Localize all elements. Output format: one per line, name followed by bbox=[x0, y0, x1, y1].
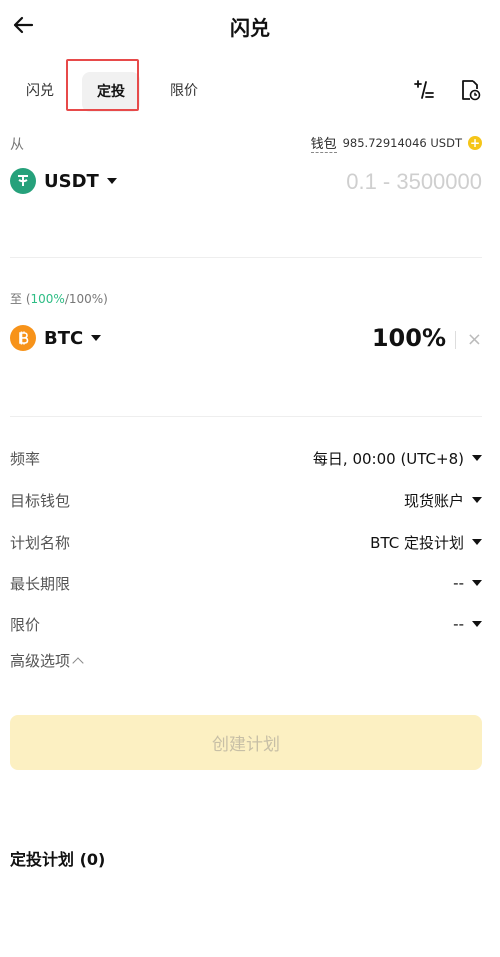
setting-label: 最长期限 bbox=[10, 574, 71, 593]
from-label: 从 bbox=[10, 137, 24, 153]
limit-price-dropdown[interactable]: -- bbox=[453, 615, 482, 633]
max-duration-dropdown[interactable]: -- bbox=[453, 574, 482, 592]
setting-label: 限价 bbox=[10, 615, 41, 634]
plan-name-dropdown[interactable]: BTC 定投计划 bbox=[370, 532, 482, 553]
create-plan-button[interactable]: 创建计划 bbox=[10, 715, 482, 770]
history-icon[interactable] bbox=[458, 78, 482, 102]
top-bar: 闪兑 bbox=[0, 0, 500, 54]
chevron-down-icon bbox=[472, 539, 482, 545]
usdt-icon bbox=[10, 168, 36, 194]
wallet-balance: 985.72914046 USDT bbox=[342, 136, 462, 150]
advanced-options-label: 高级选项 bbox=[10, 652, 71, 670]
amount-input[interactable] bbox=[262, 166, 482, 198]
divider bbox=[10, 257, 482, 258]
from-coin-selector[interactable]: USDT bbox=[10, 168, 117, 194]
divider bbox=[10, 416, 482, 417]
close-icon[interactable]: × bbox=[467, 329, 482, 350]
chevron-up-icon bbox=[72, 657, 84, 669]
wallet-label[interactable]: 钱包 bbox=[310, 133, 337, 153]
plans-section-title: 定投计划 (0) bbox=[10, 850, 106, 869]
setting-limit-price: 限价 -- bbox=[10, 610, 482, 638]
to-label: 至 (100%/100%) bbox=[10, 292, 108, 306]
chevron-down-icon bbox=[472, 621, 482, 627]
page-title: 闪兑 bbox=[230, 16, 270, 40]
setting-max-duration: 最长期限 -- bbox=[10, 569, 482, 597]
advanced-options-toggle[interactable]: 高级选项 bbox=[10, 650, 84, 671]
divider bbox=[455, 331, 456, 349]
setting-target-wallet: 目标钱包 现货账户 bbox=[10, 486, 482, 514]
from-coin-name: USDT bbox=[44, 170, 99, 192]
setting-frequency: 频率 每日, 00:00 (UTC+8) bbox=[10, 444, 482, 472]
calculator-icon[interactable] bbox=[412, 78, 436, 102]
to-coin-selector[interactable]: BTC bbox=[10, 325, 102, 351]
to-coin-name: BTC bbox=[44, 327, 84, 349]
wallet-balance-row: 钱包 985.72914046 USDT + bbox=[310, 133, 482, 153]
frequency-dropdown[interactable]: 每日, 00:00 (UTC+8) bbox=[313, 448, 482, 469]
tab-limit[interactable]: 限价 bbox=[170, 80, 198, 100]
chevron-down-icon bbox=[472, 455, 482, 461]
target-wallet-dropdown[interactable]: 现货账户 bbox=[404, 490, 482, 511]
chevron-down-icon bbox=[472, 497, 482, 503]
tab-recurring-buy[interactable]: 定投 bbox=[82, 72, 140, 112]
allocation-percent[interactable]: 100% bbox=[372, 324, 446, 352]
setting-plan-name: 计划名称 BTC 定投计划 bbox=[10, 528, 482, 556]
chevron-down-icon bbox=[91, 335, 102, 341]
add-funds-icon[interactable]: + bbox=[468, 136, 482, 150]
chevron-down-icon bbox=[472, 580, 482, 586]
tab-flash-swap[interactable]: 闪兑 bbox=[26, 80, 54, 100]
setting-label: 计划名称 bbox=[10, 533, 71, 552]
setting-label: 目标钱包 bbox=[10, 491, 71, 510]
setting-label: 频率 bbox=[10, 449, 41, 468]
btc-icon bbox=[10, 325, 36, 351]
chevron-down-icon bbox=[106, 178, 117, 184]
